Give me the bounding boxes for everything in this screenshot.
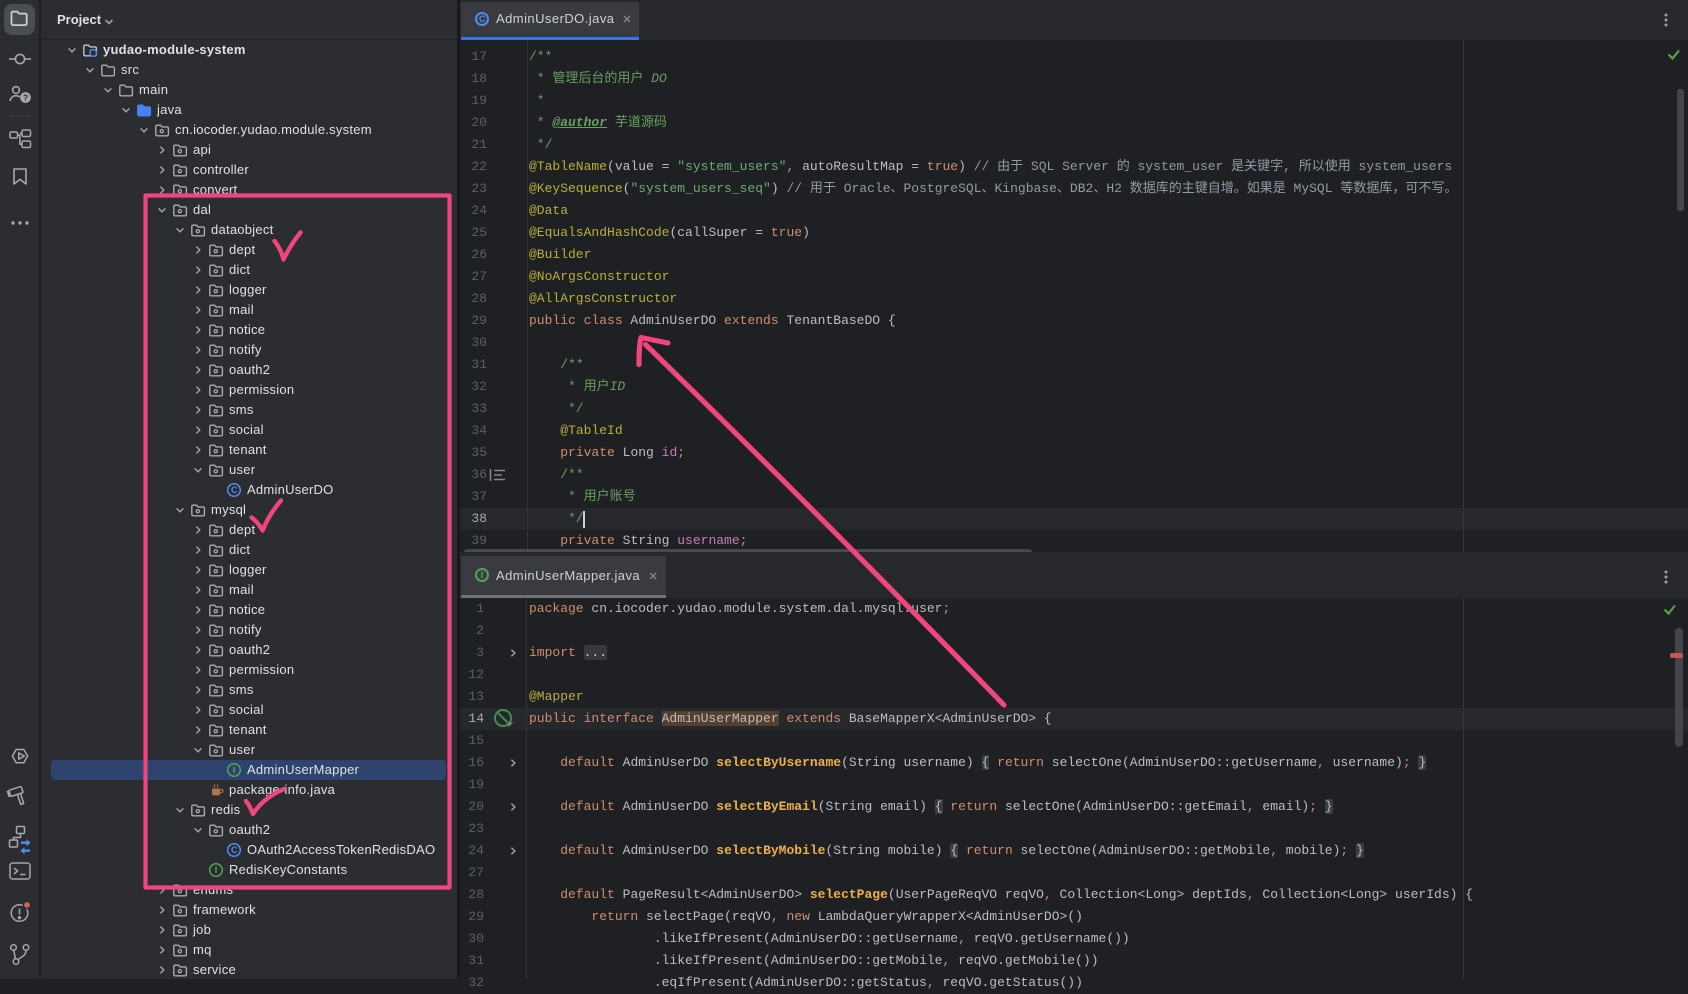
svg-text:I: I	[481, 570, 484, 580]
svg-text:C: C	[479, 14, 486, 24]
